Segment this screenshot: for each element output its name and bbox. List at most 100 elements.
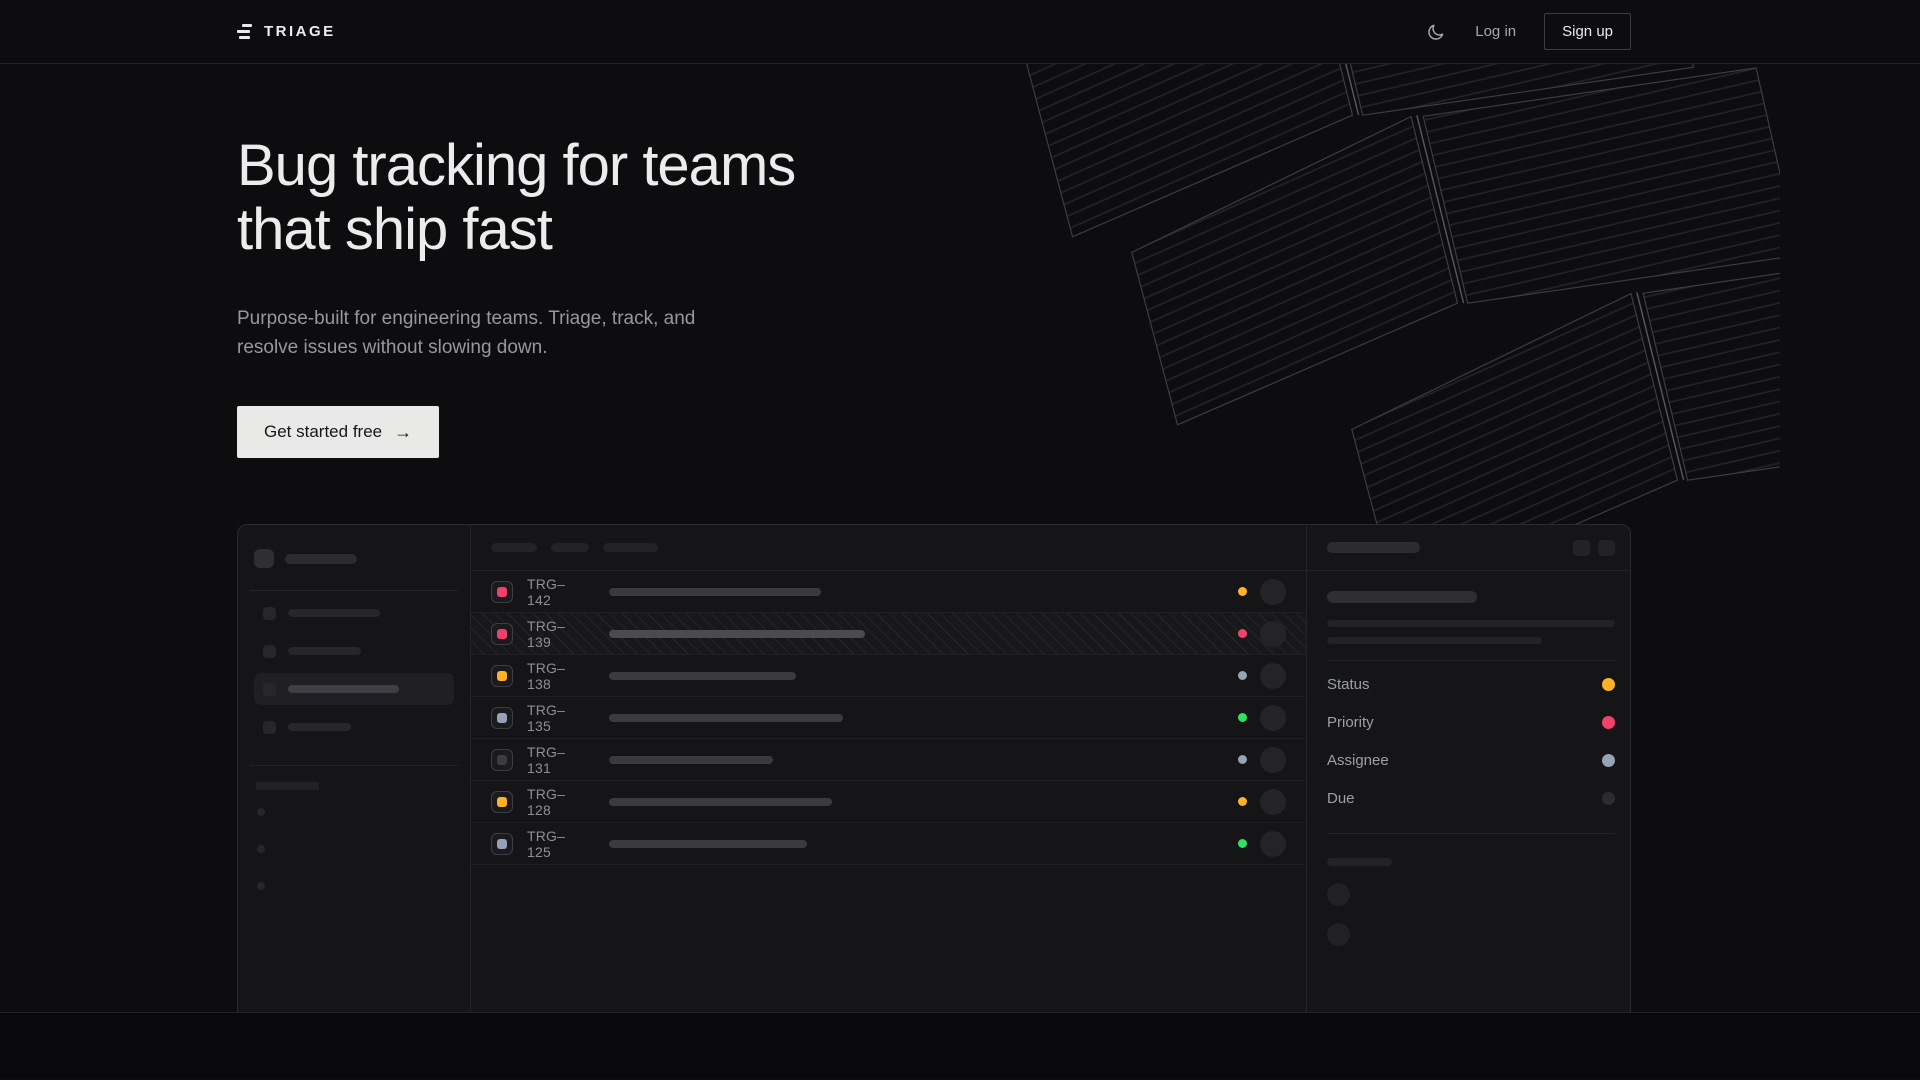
- panel-divider: [1327, 833, 1615, 834]
- cta-label: Get started free: [264, 422, 382, 442]
- issue-type-icon-fill: [497, 629, 507, 639]
- detail-panel-header: [1307, 525, 1631, 571]
- sidebar-item-label-skeleton: [288, 723, 351, 731]
- field-value-dot: [1602, 716, 1615, 729]
- panel-field-row: Due: [1327, 779, 1615, 817]
- panel-fields: Status Priority Assignee Due: [1327, 665, 1615, 817]
- sidebar-item-icon: [263, 607, 276, 620]
- field-label: Assignee: [1327, 752, 1389, 769]
- sidebar-item: [254, 597, 454, 629]
- issue-row: TRG–138: [471, 655, 1306, 697]
- sidebar-item-active: [254, 673, 454, 705]
- status-dot: [1238, 713, 1247, 722]
- issue-id: TRG–135: [527, 702, 589, 734]
- panel-field-row: Assignee: [1327, 741, 1615, 779]
- filter-tab-skeleton: [491, 543, 537, 552]
- sidebar-item-label-skeleton: [288, 685, 399, 693]
- issue-type-icon: [491, 833, 513, 855]
- status-dot: [1238, 629, 1247, 638]
- issue-list-column: TRG–142 TRG–139 TRG–138 TRG–135: [471, 525, 1307, 1013]
- moon-icon: [1427, 23, 1445, 41]
- issue-row-meta: [1238, 747, 1286, 773]
- comment-avatar-skeleton: [1327, 883, 1350, 906]
- issue-row: TRG–131: [471, 739, 1306, 781]
- signup-button[interactable]: Sign up: [1544, 13, 1631, 50]
- sidebar-list-item: [254, 797, 454, 827]
- field-label: Due: [1327, 790, 1355, 807]
- theme-toggle[interactable]: [1425, 21, 1447, 43]
- sidebar-item-icon: [263, 683, 276, 696]
- issue-title-skeleton: [609, 798, 832, 806]
- issue-row: TRG–142: [471, 571, 1306, 613]
- sidebar-item-icon: [263, 721, 276, 734]
- sidebar-workspace: [254, 549, 454, 568]
- hero-copy: Bug tracking for teams that ship fast Pu…: [237, 134, 1920, 458]
- login-link[interactable]: Log in: [1475, 23, 1516, 40]
- issue-row-meta: [1238, 621, 1286, 647]
- avatar-placeholder: [1260, 831, 1286, 857]
- avatar-placeholder: [1260, 621, 1286, 647]
- sidebar-item: [254, 711, 454, 743]
- issue-type-icon-fill: [497, 587, 507, 597]
- nav-actions: Log in Sign up: [1425, 13, 1631, 50]
- issue-row-meta: [1238, 663, 1286, 689]
- page-title: Bug tracking for teams that ship fast: [237, 134, 1920, 262]
- issue-type-icon-fill: [497, 839, 507, 849]
- comment-avatar-skeleton: [1327, 923, 1350, 946]
- brand-logo[interactable]: TRIAGE: [237, 23, 336, 40]
- status-dot: [1238, 755, 1247, 764]
- panel-button-skeleton: [1598, 540, 1615, 556]
- panel-field-row: Status: [1327, 665, 1615, 703]
- footer: [0, 1013, 1920, 1079]
- field-value-dot: [1602, 754, 1615, 767]
- issue-row-meta: [1238, 789, 1286, 815]
- workspace-avatar: [254, 549, 274, 568]
- issue-type-icon-fill: [497, 671, 507, 681]
- issue-title-skeleton: [609, 588, 821, 596]
- activity-label-skeleton: [1327, 858, 1392, 866]
- issue-id: TRG–139: [527, 618, 589, 650]
- issue-type-icon: [491, 581, 513, 603]
- avatar-placeholder: [1260, 705, 1286, 731]
- sidebar-section-skeleton: [256, 782, 319, 790]
- sidebar-item-icon: [263, 645, 276, 658]
- status-dot: [1238, 839, 1247, 848]
- detail-panel: Status Priority Assignee Due: [1307, 525, 1631, 1013]
- workspace-name-skeleton: [285, 554, 357, 564]
- issue-type-icon: [491, 791, 513, 813]
- issue-row-meta: [1238, 831, 1286, 857]
- issue-type-icon: [491, 665, 513, 687]
- issue-row: TRG–135: [471, 697, 1306, 739]
- brand-name: TRIAGE: [264, 23, 336, 40]
- status-dot: [1238, 797, 1247, 806]
- issue-row: TRG–128: [471, 781, 1306, 823]
- issue-list-header: [471, 525, 1306, 571]
- panel-button-skeleton: [1573, 540, 1590, 556]
- issue-row: TRG–139: [471, 613, 1306, 655]
- filter-tab-skeleton: [551, 543, 589, 552]
- issue-id: TRG–131: [527, 744, 589, 776]
- hero-subtitle: Purpose-built for engineering teams. Tri…: [237, 304, 717, 363]
- sidebar-item-label-skeleton: [288, 647, 361, 655]
- bullet-dot: [257, 882, 265, 890]
- issue-type-icon-fill: [497, 797, 507, 807]
- status-dot: [1238, 671, 1247, 680]
- issue-title-skeleton: [609, 756, 773, 764]
- field-value-dot: [1602, 792, 1615, 805]
- field-label: Priority: [1327, 714, 1374, 731]
- panel-header-buttons: [1573, 540, 1615, 556]
- description-line-skeleton: [1327, 620, 1615, 627]
- title-line-2: that ship fast: [237, 198, 1920, 262]
- issue-type-icon: [491, 623, 513, 645]
- sidebar-item: [254, 635, 454, 667]
- sidebar-list-item: [254, 871, 454, 901]
- get-started-button[interactable]: Get started free →: [237, 406, 439, 458]
- avatar-placeholder: [1260, 579, 1286, 605]
- issue-title-skeleton: [609, 672, 796, 680]
- field-label: Status: [1327, 676, 1370, 693]
- issue-row-meta: [1238, 705, 1286, 731]
- issue-title-skeleton: [1327, 591, 1477, 603]
- sidebar-divider: [250, 765, 458, 766]
- panel-divider: [1327, 660, 1615, 661]
- sidebar-divider: [250, 590, 458, 591]
